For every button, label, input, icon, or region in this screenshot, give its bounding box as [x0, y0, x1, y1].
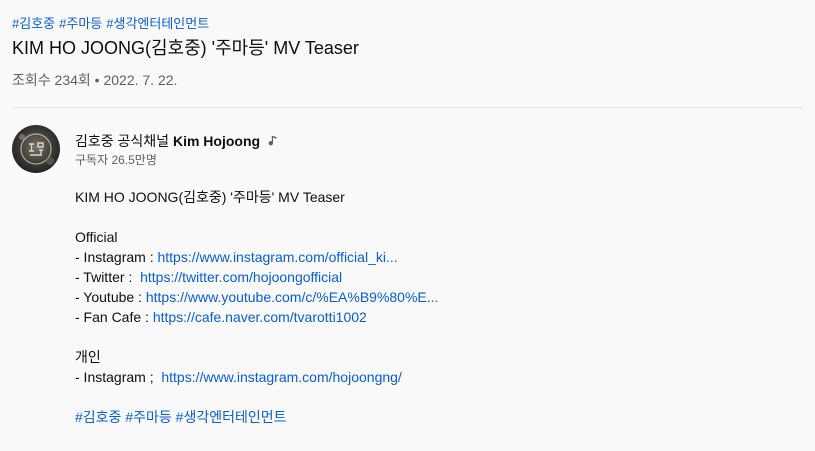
personal-instagram-link[interactable]: https://www.instagram.com/hojoongng/ [161, 369, 401, 385]
personal-label: 개인 [75, 349, 101, 365]
description-link-line: - Instagram : https://www.instagram.com/… [75, 247, 438, 267]
subscriber-count: 구독자 26.5만명 [75, 153, 157, 167]
link-label: - Instagram ; [75, 369, 162, 385]
link-label: - Youtube : [75, 289, 146, 305]
video-meta: 조회수 234회 • 2022. 7. 22. [12, 71, 177, 89]
channel-avatar[interactable] [12, 125, 60, 173]
top-hashtags: #김호중 #주마등 #생각엔터테인먼트 [12, 16, 213, 32]
description-link-line: - Twitter : https://twitter.com/hojoongo… [75, 267, 438, 287]
youtube-link[interactable]: https://www.youtube.com/c/%EA%B9%80%E... [146, 289, 439, 305]
link-label: - Instagram : [75, 249, 158, 265]
video-description: KIM HO JOONG(김호중) '주마등' MV Teaser Offici… [75, 187, 438, 427]
hashtag-link[interactable]: #김호중 [75, 409, 121, 425]
link-label: - Fan Cafe : [75, 309, 153, 325]
channel-name-link[interactable]: 김호중 공식채널 Kim Hojoong [75, 132, 278, 151]
description-heading: KIM HO JOONG(김호중) '주마등' MV Teaser [75, 189, 345, 205]
instagram-link[interactable]: https://www.instagram.com/official_ki... [157, 249, 397, 265]
divider [12, 107, 803, 108]
channel-name-english: Kim Hojoong [172, 133, 261, 149]
meta-separator: • [94, 72, 100, 88]
description-link-line: - Youtube : https://www.youtube.com/c/%E… [75, 287, 438, 307]
hashtag-link[interactable]: #주마등 [125, 409, 171, 425]
music-note-icon [268, 133, 278, 151]
description-link-line: - Instagram ; https://www.instagram.com/… [75, 367, 438, 387]
official-label: Official [75, 229, 118, 245]
link-label: - Twitter : [75, 269, 141, 285]
view-count: 조회수 234회 [12, 72, 91, 88]
upload-date: 2022. 7. 22. [103, 72, 178, 88]
channel-name-korean: 김호중 공식채널 [75, 133, 173, 149]
hashtag-link[interactable]: #생각엔터테인먼트 [106, 16, 209, 31]
description-link-line: - Fan Cafe : https://cafe.naver.com/tvar… [75, 307, 438, 327]
video-title: KIM HO JOONG(김호중) '주마등' MV Teaser [12, 38, 359, 58]
description-hashtags: #김호중 #주마등 #생각엔터테인먼트 [75, 407, 438, 427]
twitter-link[interactable]: https://twitter.com/hojoongofficial [140, 269, 342, 285]
avatar-image [12, 125, 60, 173]
hashtag-link[interactable]: #생각엔터테인먼트 [176, 409, 287, 425]
hashtag-link[interactable]: #김호중 [12, 16, 55, 31]
fan-cafe-link[interactable]: https://cafe.naver.com/tvarotti1002 [153, 309, 367, 325]
hashtag-link[interactable]: #주마등 [59, 16, 102, 31]
